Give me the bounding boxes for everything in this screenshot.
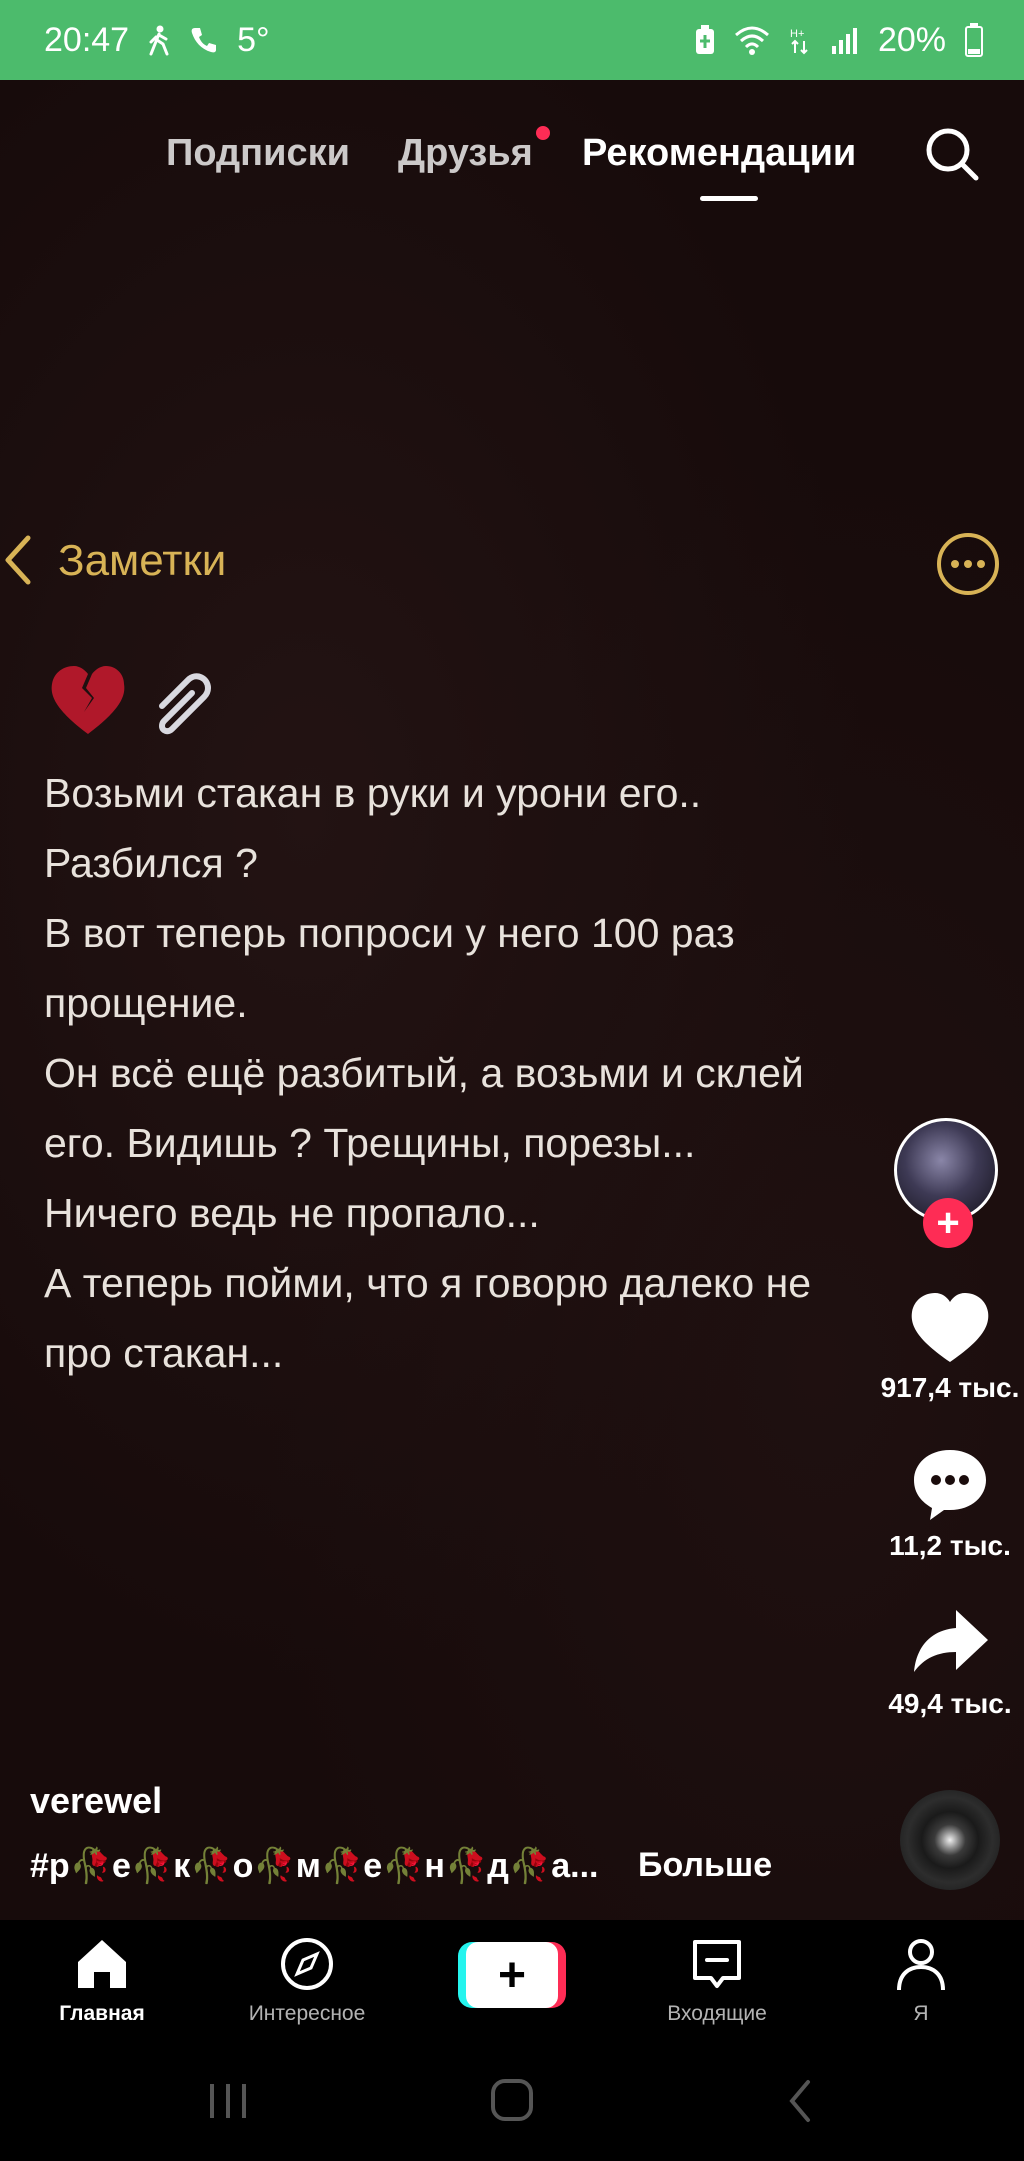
nav-profile-label: Я — [913, 2002, 929, 2025]
nav-profile[interactable]: Я — [821, 1920, 1021, 2036]
shares-count: 49,4 тыс. — [888, 1688, 1012, 1719]
more-options-icon — [936, 532, 1000, 596]
home-icon — [72, 1934, 132, 1994]
caption-hashtags[interactable]: #р🥀е🥀к🥀о🥀м🥀е🥀н🥀д🥀а... — [30, 1846, 598, 1886]
comments-count: 11,2 тыс. — [889, 1530, 1011, 1561]
network-data-icon: H+ — [788, 25, 812, 55]
bottom-nav: Главная Интересное + Входящие Я — [0, 1920, 1024, 2036]
create-button[interactable]: + — [458, 1942, 566, 2008]
signal-icon — [830, 26, 860, 54]
search-icon[interactable] — [922, 124, 982, 184]
broken-heart-icon — [51, 666, 125, 734]
music-disc-icon[interactable] — [900, 1790, 1000, 1890]
caption-more-button[interactable]: Больше — [638, 1846, 772, 1885]
note-line: В вот теперь попроси у него 100 раз — [44, 910, 735, 956]
note-line: Разбился ? — [44, 840, 258, 886]
like-heart-icon[interactable] — [908, 1290, 992, 1366]
svg-text:H+: H+ — [790, 28, 804, 40]
note-line: Он всё ещё разбитый, а возьми и склей — [44, 1050, 804, 1096]
note-line: про стакан... — [44, 1330, 284, 1376]
note-line: Возьми стакан в руки и урони его.. — [44, 770, 702, 816]
nav-home[interactable]: Главная — [2, 1920, 202, 2036]
battery-percent: 20% — [877, 20, 946, 59]
system-nav-bar — [0, 2036, 1024, 2161]
note-line: А теперь пойми, что я говорю далеко не — [44, 1260, 812, 1306]
share-arrow-icon[interactable] — [908, 1604, 992, 1680]
tab-friends[interactable]: Друзья — [398, 132, 533, 175]
notes-back-label: Заметки — [58, 536, 227, 585]
status-bar: 20:47 5° H+ 20% — [0, 0, 1024, 80]
author-username[interactable]: verewel — [30, 1780, 162, 1822]
likes-count: 917,4 тыс. — [880, 1372, 1020, 1403]
recent-apps-icon[interactable] — [198, 2076, 258, 2126]
battery-saver-icon — [694, 24, 716, 56]
note-emoji-row — [48, 662, 218, 742]
profile-icon — [891, 1934, 951, 1994]
nav-discover-label: Интересное — [248, 2002, 366, 2025]
inbox-icon — [687, 1934, 747, 1994]
create-plus-label: + — [466, 1942, 558, 2008]
nav-inbox-label: Входящие — [667, 2002, 767, 2025]
status-time: 20:47 — [44, 20, 130, 59]
tab-subscriptions[interactable]: Подписки — [166, 132, 350, 175]
walking-icon — [147, 24, 171, 56]
nav-inbox[interactable]: Входящие — [617, 1920, 817, 2036]
back-nav-icon[interactable] — [772, 2076, 832, 2126]
status-temperature: 5° — [237, 20, 270, 59]
nav-home-label: Главная — [59, 2002, 145, 2025]
compass-icon — [277, 1934, 337, 1994]
follow-button[interactable]: + — [923, 1198, 973, 1248]
friends-notification-dot — [536, 126, 550, 140]
home-nav-icon[interactable] — [483, 2076, 543, 2126]
note-line: прощение. — [44, 980, 248, 1026]
paperclip-icon — [158, 673, 212, 735]
nav-discover[interactable]: Интересное — [207, 1920, 407, 2036]
note-body: Возьми стакан в руки и урони его.. Разби… — [44, 758, 984, 1388]
chevron-left-icon — [0, 530, 40, 590]
battery-icon — [964, 23, 984, 57]
comment-icon[interactable] — [908, 1446, 992, 1522]
note-line: Ничего ведь не пропало... — [44, 1190, 540, 1236]
phone-call-icon — [189, 25, 219, 55]
active-tab-indicator — [700, 196, 758, 201]
wifi-icon — [734, 25, 770, 55]
tab-recommendations[interactable]: Рекомендации — [582, 132, 856, 175]
note-line: его. Видишь ? Трещины, порезы... — [44, 1120, 696, 1166]
